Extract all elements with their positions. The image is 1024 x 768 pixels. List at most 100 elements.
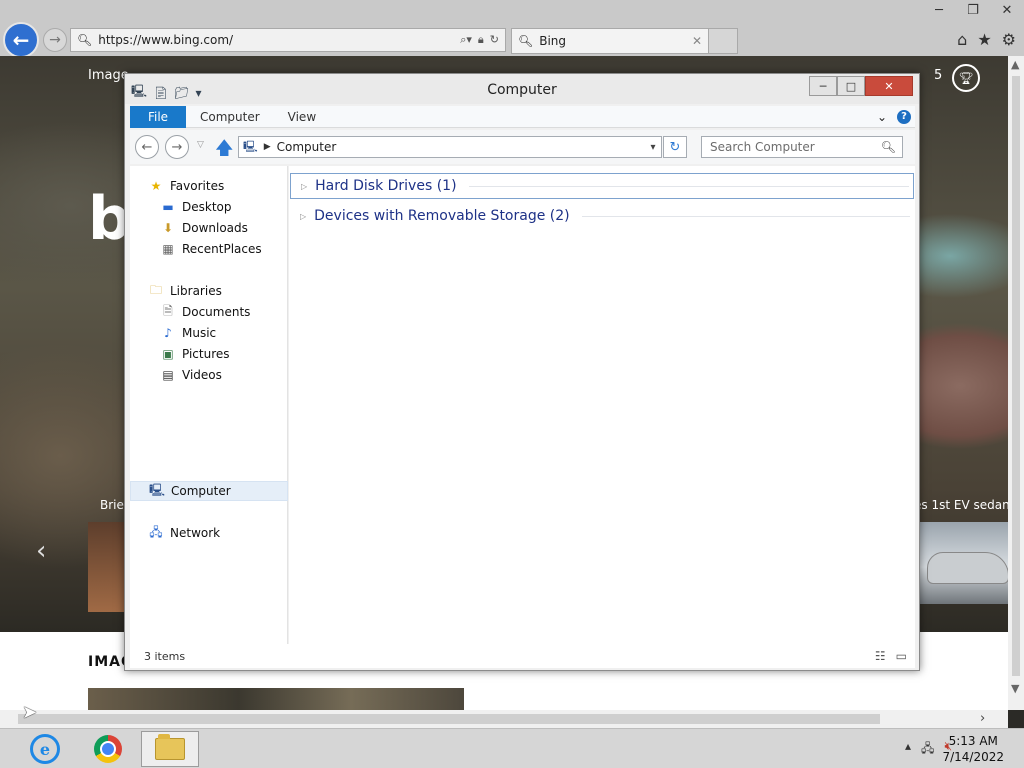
nav-pictures[interactable]: ▣ Pictures (130, 344, 288, 364)
home-icon[interactable]: ⌂ (957, 30, 967, 49)
group-divider (468, 185, 909, 187)
news-headline-left[interactable]: Brie (100, 498, 124, 512)
breadcrumb-computer[interactable]: Computer (277, 140, 645, 154)
forward-button[interactable]: → (43, 28, 67, 52)
taskbar-file-explorer[interactable] (141, 731, 199, 767)
restore-button[interactable]: ❐ (956, 0, 990, 20)
refresh-icon[interactable]: ↻ (490, 33, 499, 47)
scroll-up-icon[interactable]: ▲ (1011, 58, 1019, 71)
nav-videos[interactable]: ▤ Videos (130, 365, 288, 385)
explorer-titlebar[interactable]: 🖳︎ 📄︎ 📁︎ ▾ Computer ─ □ ✕ (125, 74, 919, 104)
nav-documents[interactable]: 🗎︎ Documents (130, 302, 288, 322)
vertical-scrollbar[interactable]: ▲ ▼ (1008, 56, 1024, 710)
nav-favorites[interactable]: ★ Favorites (130, 176, 288, 196)
new-tab-button[interactable] (709, 28, 738, 54)
close-button[interactable]: ✕ (990, 0, 1024, 20)
browser-address-bar[interactable]: 🔍︎ https://www.bing.com/ ⌕▾ 🔒︎ ↻ (70, 28, 506, 52)
search-icon: 🔍︎ (880, 140, 896, 154)
explorer-address-bar[interactable]: 🖳︎ ▶ Computer ▾ (238, 136, 662, 158)
bing-nav-images[interactable]: Image (88, 68, 129, 83)
help-icon[interactable]: ? (897, 109, 911, 124)
ribbon-tabs: File Computer View ⌄ ? (130, 105, 915, 128)
url-text: https://www.bing.com/ (98, 33, 234, 47)
tab-computer[interactable]: Computer (186, 110, 274, 124)
group-label: Hard Disk Drives (1) (315, 178, 457, 194)
breadcrumb-chevron-icon[interactable]: ▶ (264, 142, 271, 152)
search-placeholder: Search Computer (710, 140, 815, 154)
nav-recent-places[interactable]: ▦ RecentPlaces (130, 239, 288, 259)
expand-triangle-icon[interactable]: ▷ (301, 182, 307, 191)
expand-ribbon-icon[interactable]: ⌄ (877, 110, 887, 124)
tab-file[interactable]: File (130, 105, 186, 128)
search-input[interactable]: Search Computer 🔍︎ (701, 136, 903, 158)
rewards-icon[interactable]: 🏆︎ (952, 64, 980, 92)
computer-icon: 🖳︎ (149, 482, 166, 497)
recent-locations-icon[interactable]: ▽ (197, 140, 204, 150)
nav-desktop[interactable]: ▬ Desktop (130, 197, 288, 217)
up-arrow-icon[interactable]: 🡅 (215, 136, 234, 166)
taskbar-internet-explorer[interactable]: e (16, 731, 74, 767)
back-arrow-icon: ← (141, 139, 153, 155)
group-divider (581, 215, 910, 217)
news-thumbnail-left[interactable] (88, 522, 128, 612)
downloads-icon: ⬇ (162, 221, 174, 235)
news-headline-right[interactable]: es 1st EV sedan (914, 498, 1008, 512)
nav-downloads[interactable]: ⬇ Downloads (130, 218, 288, 238)
file-explorer-icon (155, 734, 185, 760)
nav-network[interactable]: 🖧︎ Network (130, 523, 288, 543)
item-count: 3 items (144, 649, 186, 663)
address-dropdown-icon[interactable]: ▾ (645, 142, 661, 153)
chrome-icon (94, 735, 122, 763)
clock-date: 7/14/2022 (942, 750, 1004, 764)
navigation-pane: ★ Favorites ▬ Desktop ⬇ Downloads ▦ RecentPl… (130, 166, 288, 644)
desktop-icon: ▬ (162, 200, 174, 214)
minimize-button[interactable]: ─ (922, 0, 956, 20)
vertical-scroll-thumb[interactable] (1012, 76, 1020, 676)
window-title: Computer (487, 82, 557, 98)
internet-explorer-icon: e (30, 734, 60, 764)
network-status-icon[interactable]: 🖧︎ (921, 739, 934, 760)
browser-tab-bing[interactable]: 🔍︎ Bing ✕ (511, 28, 709, 54)
tab-title: Bing (539, 34, 567, 48)
news-thumbnail-car[interactable] (917, 522, 1008, 604)
close-tab-icon[interactable]: ✕ (692, 34, 708, 48)
horizontal-scrollbar[interactable]: › (0, 710, 1008, 728)
gear-icon[interactable]: ⚙ (1002, 30, 1016, 49)
browser-toolbar-right: ⌂ ★ ⚙ (957, 30, 1016, 49)
scroll-right-icon[interactable]: › (980, 711, 985, 726)
nav-computer[interactable]: 🖳︎ Computer (130, 481, 288, 501)
carousel-prev-icon[interactable]: ‹ (36, 536, 46, 566)
show-hidden-icons-icon[interactable]: ▴ (905, 739, 911, 760)
minimize-button[interactable]: ─ (809, 76, 837, 96)
group-removable-storage[interactable]: ▷ Devices with Removable Storage (2) (290, 203, 914, 229)
taskbar-chrome[interactable] (79, 731, 137, 767)
browser-window-controls: ─ ❐ ✕ (922, 0, 1024, 20)
group-label: Devices with Removable Storage (2) (314, 208, 570, 224)
nav-music[interactable]: ♪ Music (130, 323, 288, 343)
details-view-icon[interactable]: ☷ (875, 649, 886, 663)
status-bar: 3 items ☷ ▭ (130, 644, 915, 668)
nav-libraries[interactable]: 🗀︎ Libraries (130, 281, 288, 301)
search-dropdown-icon[interactable]: ⌕▾ (460, 33, 472, 47)
forward-arrow-icon: → (49, 32, 61, 48)
scroll-down-icon[interactable]: ▼ (1011, 682, 1019, 695)
refresh-icon: ↻ (669, 139, 681, 155)
expand-triangle-icon[interactable]: ▷ (300, 212, 306, 221)
forward-button[interactable]: → (165, 135, 189, 159)
network-icon: 🖧︎ (149, 524, 163, 539)
large-icons-view-icon[interactable]: ▭ (896, 649, 907, 663)
horizontal-scroll-thumb[interactable] (18, 714, 880, 724)
image-strip[interactable] (88, 688, 464, 710)
tab-view[interactable]: View (274, 110, 330, 124)
lock-icon[interactable]: 🔒︎ (478, 33, 484, 47)
system-clock[interactable]: 5:13 AM 7/14/2022 (942, 733, 1004, 765)
forward-arrow-icon: → (171, 139, 183, 155)
back-button[interactable]: ← (135, 135, 159, 159)
maximize-button[interactable]: □ (837, 76, 865, 96)
group-hard-disk-drives[interactable]: ▷ Hard Disk Drives (1) (290, 173, 914, 199)
close-button[interactable]: ✕ (865, 76, 913, 96)
refresh-button[interactable]: ↻ (663, 136, 687, 158)
favorites-star-icon[interactable]: ★ (977, 30, 991, 49)
back-button[interactable]: ← (3, 22, 39, 58)
explorer-window: 🖳︎ 📄︎ 📁︎ ▾ Computer ─ □ ✕ File Computer … (124, 73, 920, 671)
